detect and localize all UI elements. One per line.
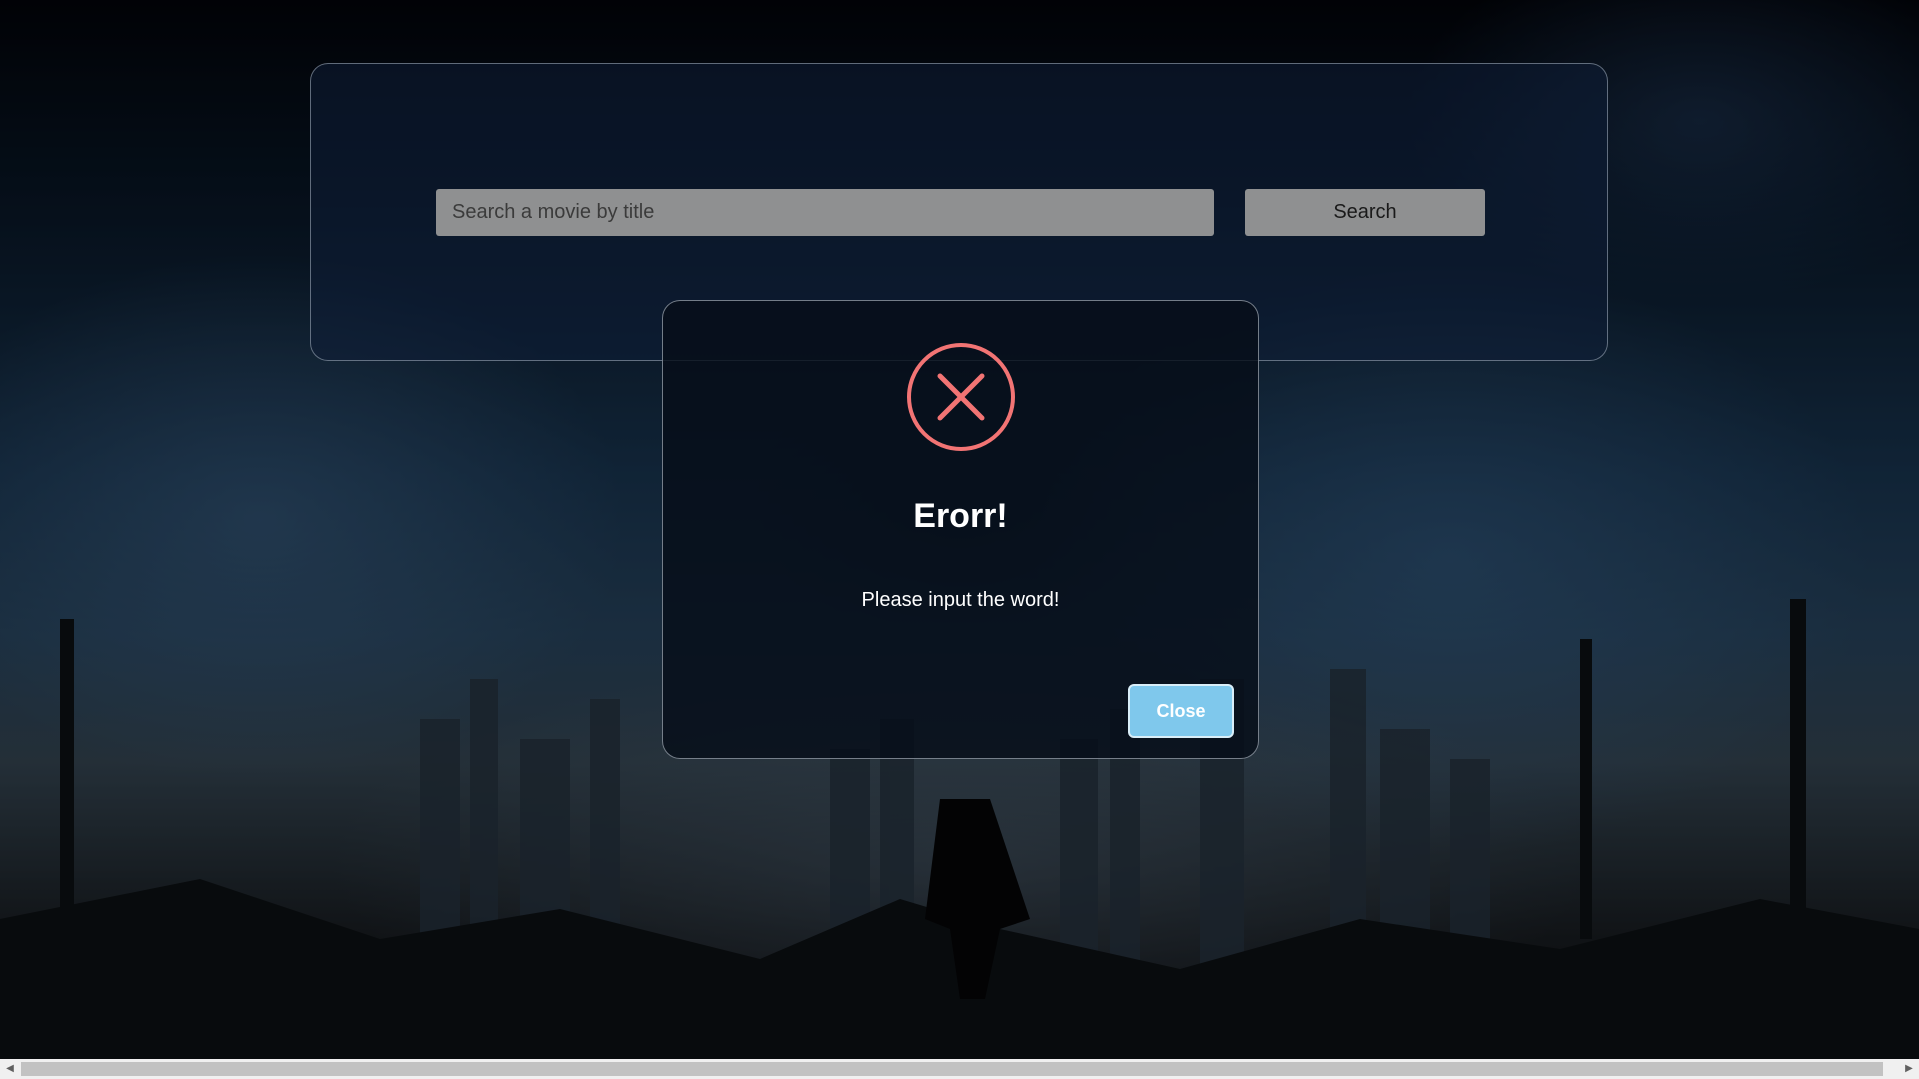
close-button[interactable]: Close xyxy=(1128,684,1234,738)
scroll-right-arrow-icon[interactable]: ▶ xyxy=(1899,1059,1919,1079)
search-input[interactable] xyxy=(436,189,1214,236)
error-x-circle-icon xyxy=(907,343,1015,451)
search-button[interactable]: Search xyxy=(1245,189,1485,236)
page-viewport: Search Erorr! Please input the word! Clo… xyxy=(0,0,1919,1059)
dialog-message: Please input the word! xyxy=(861,589,1060,611)
scrollbar-thumb[interactable] xyxy=(21,1062,1883,1076)
dialog-title: Erorr! xyxy=(913,497,1008,535)
horizontal-scrollbar[interactable]: ◀ ▶ xyxy=(0,1059,1919,1079)
scroll-left-arrow-icon[interactable]: ◀ xyxy=(0,1059,20,1079)
error-dialog: Erorr! Please input the word! Close xyxy=(662,300,1259,759)
